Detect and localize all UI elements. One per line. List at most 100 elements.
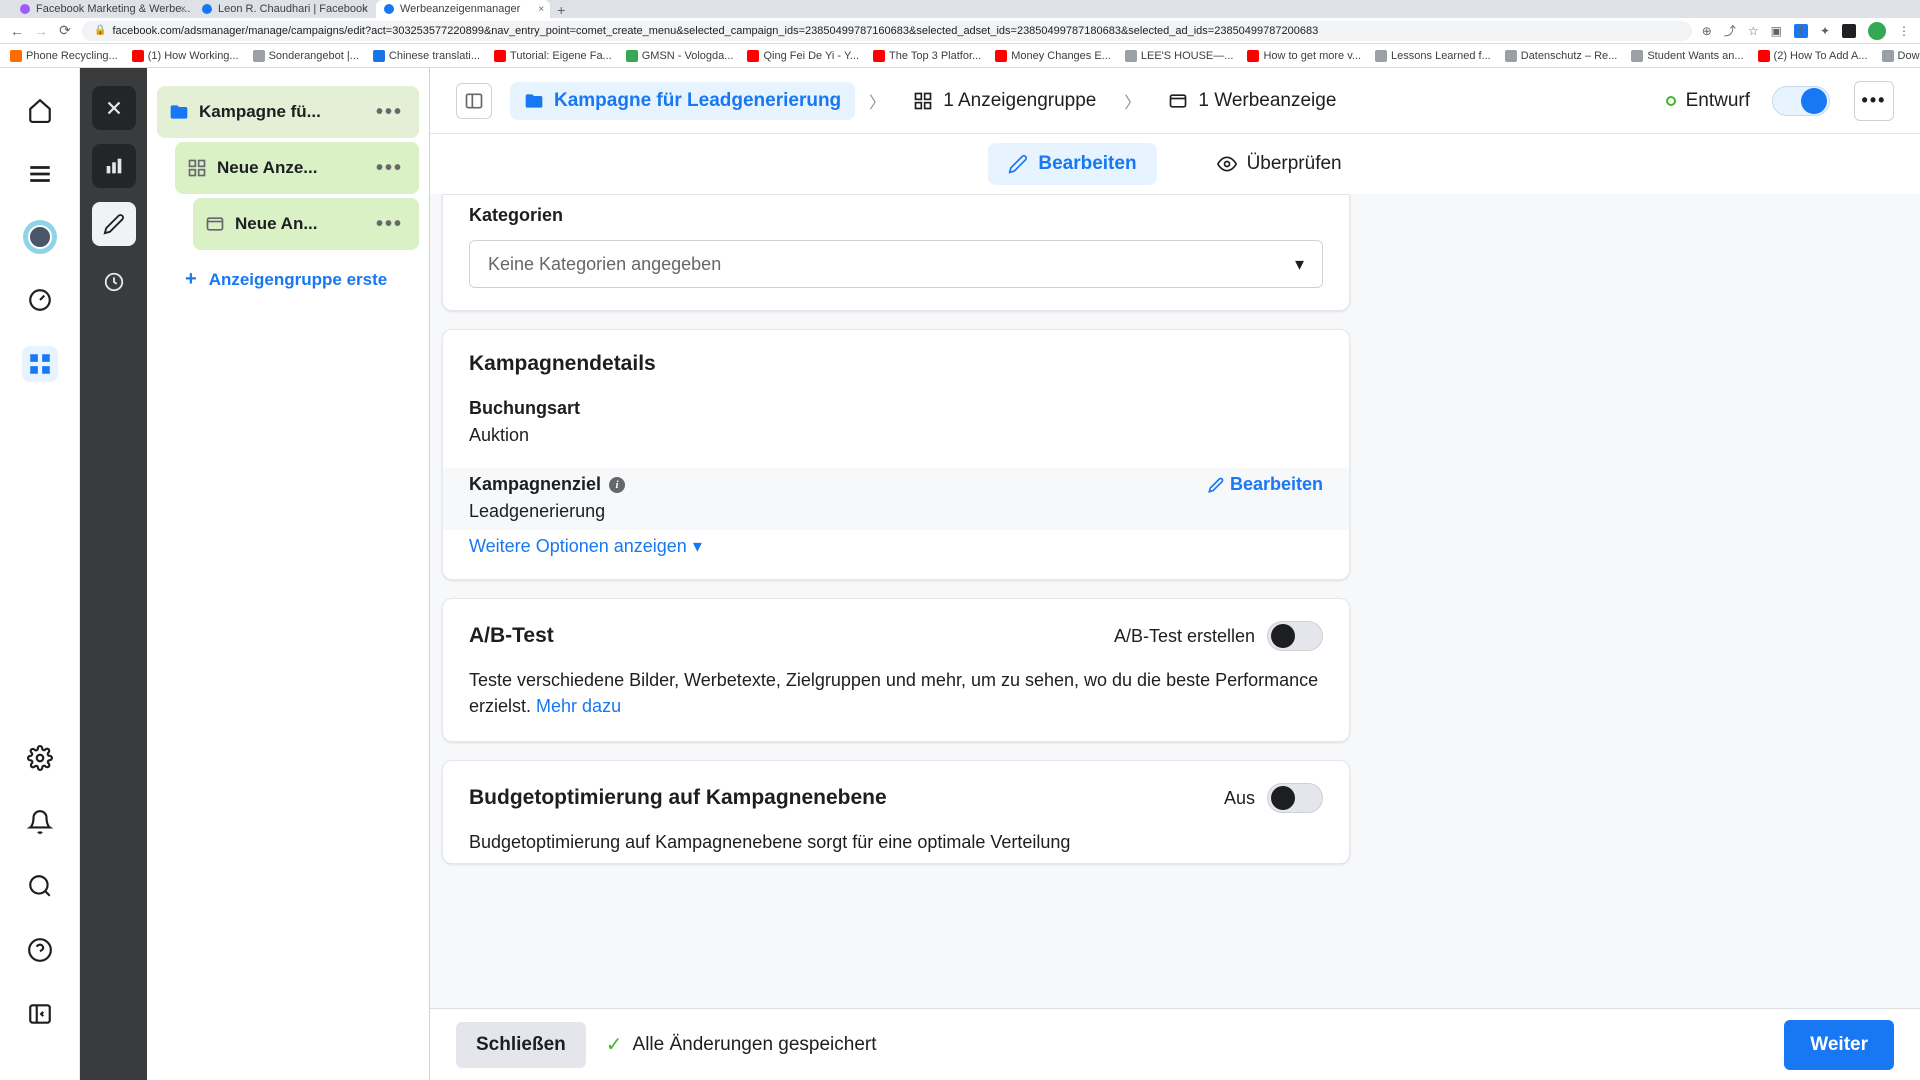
- campaign-toggle[interactable]: [1772, 86, 1830, 116]
- bookmark-item[interactable]: (2) How To Add A...: [1758, 50, 1868, 62]
- browser-tab[interactable]: Facebook Marketing & Werbe...×: [12, 0, 192, 18]
- goal-value: Leadgenerierung: [469, 501, 625, 522]
- bookmark-item[interactable]: (1) How Working...: [132, 50, 239, 62]
- close-tab-icon[interactable]: ×: [362, 4, 368, 15]
- help-icon[interactable]: [22, 932, 58, 968]
- gauge-icon[interactable]: [22, 282, 58, 318]
- budget-toggle[interactable]: [1267, 783, 1323, 813]
- bookmark-item[interactable]: Download - Cooki...: [1882, 50, 1920, 62]
- check-icon: ✓: [606, 1032, 623, 1057]
- more-button[interactable]: •••: [1854, 81, 1894, 121]
- close-tab-icon[interactable]: ×: [180, 4, 186, 15]
- tab-edit[interactable]: Bearbeiten: [988, 143, 1156, 185]
- budget-toggle-label: Aus: [1224, 788, 1255, 809]
- tree-ad[interactable]: Neue An... •••: [193, 198, 419, 250]
- close-button[interactable]: Schließen: [456, 1022, 586, 1068]
- next-button[interactable]: Weiter: [1784, 1020, 1894, 1070]
- share-icon[interactable]: ⤴: [1724, 22, 1736, 39]
- star-icon[interactable]: ☆: [1748, 24, 1759, 38]
- tree-campaign[interactable]: Kampagne fü... •••: [157, 86, 419, 138]
- breadcrumb: Kampagne für Leadgenerierung 〉 1 Anzeige…: [510, 82, 1648, 120]
- back-button[interactable]: ←: [10, 23, 24, 39]
- categories-heading: Kategorien: [469, 205, 1323, 226]
- categories-select[interactable]: Keine Kategorien angegeben ▾: [469, 240, 1323, 288]
- bookmarks-bar: Phone Recycling... (1) How Working... So…: [0, 44, 1920, 68]
- tree-label: Kampagne fü...: [199, 102, 376, 122]
- bookmark-item[interactable]: Money Changes E...: [995, 50, 1111, 62]
- extension-icon[interactable]: [1842, 24, 1856, 38]
- status-area: Entwurf •••: [1666, 81, 1894, 121]
- plus-icon: +: [185, 268, 197, 291]
- browser-tab[interactable]: Leon R. Chaudhari | Facebook×: [194, 0, 374, 18]
- bookmark-item[interactable]: Datenschutz – Re...: [1505, 50, 1618, 62]
- close-button[interactable]: [92, 86, 136, 130]
- bookmark-item[interactable]: GMSN - Vologda...: [626, 50, 734, 62]
- budget-body: Budgetoptimierung auf Kampagnenebene sor…: [469, 829, 1323, 855]
- url-text: facebook.com/adsmanager/manage/campaigns…: [112, 25, 1318, 37]
- bookmark-item[interactable]: LEE'S HOUSE—...: [1125, 50, 1234, 62]
- bookmark-item[interactable]: How to get more v...: [1247, 50, 1361, 62]
- details-heading: Kampagnendetails: [469, 352, 1323, 376]
- abtest-toggle-label: A/B-Test erstellen: [1114, 626, 1255, 647]
- more-icon[interactable]: •••: [376, 213, 403, 236]
- bookmark-item[interactable]: The Top 3 Platfor...: [873, 50, 981, 62]
- home-icon[interactable]: [22, 92, 58, 128]
- search-icon[interactable]: [22, 868, 58, 904]
- chevron-right-icon: 〉: [1124, 89, 1140, 113]
- bookmark-item[interactable]: Chinese translati...: [373, 50, 480, 62]
- fb-extension-icon[interactable]: f: [1794, 24, 1808, 38]
- info-icon[interactable]: i: [609, 477, 625, 493]
- bookmark-item[interactable]: Tutorial: Eigene Fa...: [494, 50, 612, 62]
- grid-icon[interactable]: [22, 346, 58, 382]
- menu-icon[interactable]: ⋮: [1898, 24, 1910, 38]
- editor-tool-rail: [80, 68, 147, 1080]
- collapse-icon[interactable]: [22, 996, 58, 1032]
- bookmark-item[interactable]: Student Wants an...: [1631, 50, 1743, 62]
- cast-icon[interactable]: ▣: [1771, 24, 1782, 38]
- address-bar[interactable]: 🔒 facebook.com/adsmanager/manage/campaig…: [82, 21, 1692, 41]
- content-scroll[interactable]: Kategorien Keine Kategorien angegeben ▾ …: [430, 194, 1920, 1008]
- show-more-button[interactable]: Weitere Optionen anzeigen ▾: [469, 536, 1323, 557]
- more-icon[interactable]: •••: [376, 157, 403, 180]
- tree-label: Neue Anze...: [217, 158, 376, 178]
- bookmark-item[interactable]: Sonderangebot |...: [253, 50, 359, 62]
- panel-toggle-button[interactable]: [456, 83, 492, 119]
- tree-adset[interactable]: Neue Anze... •••: [175, 142, 419, 194]
- menu-icon[interactable]: [22, 156, 58, 192]
- bookmark-item[interactable]: Qing Fei De Yi - Y...: [747, 50, 859, 62]
- close-tab-icon[interactable]: ×: [538, 4, 544, 15]
- browser-tab-active[interactable]: Werbeanzeigenmanager×: [376, 0, 550, 18]
- crumb-campaign[interactable]: Kampagne für Leadgenerierung: [510, 82, 855, 120]
- abtest-toggle[interactable]: [1267, 621, 1323, 651]
- reload-button[interactable]: ⟳: [58, 22, 72, 39]
- history-icon[interactable]: [92, 260, 136, 304]
- abtest-heading: A/B-Test: [469, 624, 554, 648]
- more-icon[interactable]: •••: [376, 101, 403, 124]
- budget-heading: Budgetoptimierung auf Kampagnenebene: [469, 786, 887, 810]
- tab-review[interactable]: Überprüfen: [1197, 143, 1362, 185]
- abtest-body: Teste verschiedene Bilder, Werbetexte, Z…: [469, 667, 1323, 719]
- categories-card: Kategorien Keine Kategorien angegeben ▾: [442, 194, 1350, 311]
- chevron-right-icon: 〉: [869, 89, 885, 113]
- edit-icon[interactable]: [92, 202, 136, 246]
- campaign-details-card: Kampagnendetails Buchungsart Auktion Kam…: [442, 329, 1350, 580]
- crumb-adset[interactable]: 1 Anzeigengruppe: [899, 82, 1110, 120]
- new-tab-button[interactable]: +: [552, 2, 570, 18]
- add-adset-button[interactable]: + Anzeigengruppe erste: [147, 254, 429, 305]
- abtest-more-link[interactable]: Mehr dazu: [536, 696, 621, 716]
- tree-label: Neue An...: [235, 214, 376, 234]
- bell-icon[interactable]: [22, 804, 58, 840]
- zoom-icon[interactable]: ⊕: [1702, 24, 1712, 38]
- bookmark-item[interactable]: Phone Recycling...: [10, 50, 118, 62]
- crumb-ad[interactable]: 1 Werbeanzeige: [1154, 82, 1350, 120]
- edit-goal-button[interactable]: Bearbeiten: [1208, 474, 1323, 495]
- browser-tabs-bar: Facebook Marketing & Werbe...× Leon R. C…: [0, 0, 1920, 18]
- editor-footer: Schließen ✓ Alle Änderungen gespeichert …: [430, 1008, 1920, 1080]
- extensions-icon[interactable]: ✦: [1820, 24, 1830, 38]
- bookmark-item[interactable]: Lessons Learned f...: [1375, 50, 1491, 62]
- avatar[interactable]: [23, 220, 57, 254]
- profile-button[interactable]: [1868, 22, 1886, 40]
- gear-icon[interactable]: [22, 740, 58, 776]
- chart-icon[interactable]: [92, 144, 136, 188]
- facebook-nav-rail: [0, 68, 80, 1080]
